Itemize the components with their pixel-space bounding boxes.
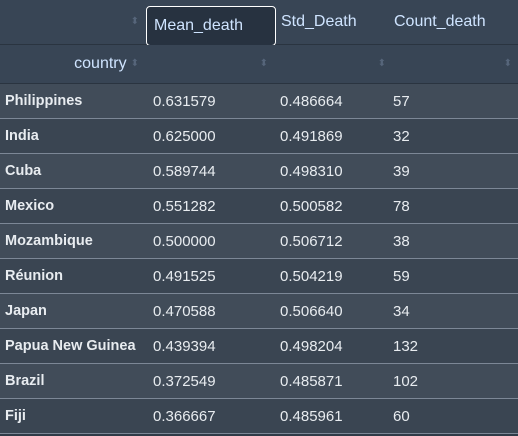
column-header-mean-death[interactable]: Mean_death (146, 6, 276, 46)
country-cell: Cuba (5, 163, 42, 179)
mean-death-cell: 0.500000 (153, 232, 216, 250)
column-header-std-death[interactable]: Std_Death (280, 0, 390, 44)
index-header-country[interactable]: country ⬍ (0, 45, 145, 83)
table-row[interactable]: Mozambique 0.500000 0.506712 38 (0, 224, 518, 259)
empty-header-cell: ⬍ (394, 45, 512, 83)
column-header-count-death[interactable]: Count_death (394, 0, 514, 44)
std-death-cell: 0.498310 (280, 162, 343, 180)
country-cell: India (5, 128, 39, 144)
sort-arrows-icon[interactable]: ⬍ (504, 59, 512, 69)
count-death-cell: 132 (393, 337, 419, 355)
count-death-cell: 38 (393, 232, 410, 250)
mean-death-cell: 0.439394 (153, 337, 216, 355)
index-header-label: country (74, 55, 127, 72)
index-header-row: country ⬍ ⬍ ⬍ ⬍ (0, 45, 518, 85)
sort-arrows-icon[interactable]: ⬍ (131, 17, 139, 27)
mean-death-cell: 0.551282 (153, 197, 216, 215)
std-death-cell: 0.504219 (280, 267, 343, 285)
table-row[interactable]: Brazil 0.372549 0.485871 102 (0, 364, 518, 399)
mean-death-cell: 0.491525 (153, 267, 216, 285)
std-death-cell: 0.485871 (280, 372, 343, 390)
std-death-cell: 0.500582 (280, 197, 343, 215)
country-cell: Philippines (5, 93, 83, 109)
count-death-cell: 39 (393, 162, 410, 180)
mean-death-cell: 0.631579 (153, 92, 216, 110)
empty-header-cell: ⬍ (276, 45, 386, 83)
country-cell: Fiji (5, 408, 26, 424)
table-row[interactable]: Fiji 0.366667 0.485961 60 (0, 399, 518, 434)
count-death-cell: 102 (393, 372, 419, 390)
table-row[interactable]: Papua New Guinea 0.439394 0.498204 132 (0, 329, 518, 364)
mean-death-cell: 0.625000 (153, 127, 216, 145)
std-death-cell: 0.498204 (280, 337, 343, 355)
std-death-cell: 0.506640 (280, 302, 343, 320)
count-death-cell: 32 (393, 127, 410, 145)
column-header-label: Count_death (394, 13, 486, 30)
mean-death-cell: 0.589744 (153, 162, 216, 180)
table-row[interactable]: Cuba 0.589744 0.498310 39 (0, 154, 518, 189)
country-cell: Papua New Guinea (5, 338, 136, 354)
index-header-corner: ⬍ (0, 0, 145, 44)
column-header-label: Mean_death (154, 17, 243, 34)
count-death-cell: 59 (393, 267, 410, 285)
empty-header-cell: ⬍ (146, 45, 268, 83)
count-death-cell: 34 (393, 302, 410, 320)
table-row[interactable]: India 0.625000 0.491869 32 (0, 119, 518, 154)
table-row[interactable]: Mexico 0.551282 0.500582 78 (0, 189, 518, 224)
mean-death-cell: 0.372549 (153, 372, 216, 390)
country-cell: Réunion (5, 268, 63, 284)
sort-arrows-icon[interactable]: ⬍ (260, 59, 268, 69)
data-table: ⬍ Mean_death Std_Death Count_death count… (0, 0, 518, 436)
column-header-label: Std_Death (281, 13, 357, 30)
std-death-cell: 0.506712 (280, 232, 343, 250)
country-cell: Mexico (5, 198, 55, 214)
sort-arrows-icon[interactable]: ⬍ (378, 59, 386, 69)
table-row[interactable]: Philippines 0.631579 0.486664 57 (0, 84, 518, 119)
count-death-cell: 60 (393, 407, 410, 425)
count-death-cell: 78 (393, 197, 410, 215)
country-cell: Mozambique (5, 233, 93, 249)
table-row[interactable]: Réunion 0.491525 0.504219 59 (0, 259, 518, 294)
country-cell: Brazil (5, 373, 45, 389)
country-cell: Japan (5, 303, 47, 319)
sort-arrows-icon[interactable]: ⬍ (131, 59, 139, 69)
table-row[interactable]: Japan 0.470588 0.506640 34 (0, 294, 518, 329)
column-header-row: ⬍ Mean_death Std_Death Count_death (0, 0, 518, 46)
std-death-cell: 0.485961 (280, 407, 343, 425)
mean-death-cell: 0.366667 (153, 407, 216, 425)
count-death-cell: 57 (393, 92, 410, 110)
std-death-cell: 0.491869 (280, 127, 343, 145)
std-death-cell: 0.486664 (280, 92, 343, 110)
mean-death-cell: 0.470588 (153, 302, 216, 320)
